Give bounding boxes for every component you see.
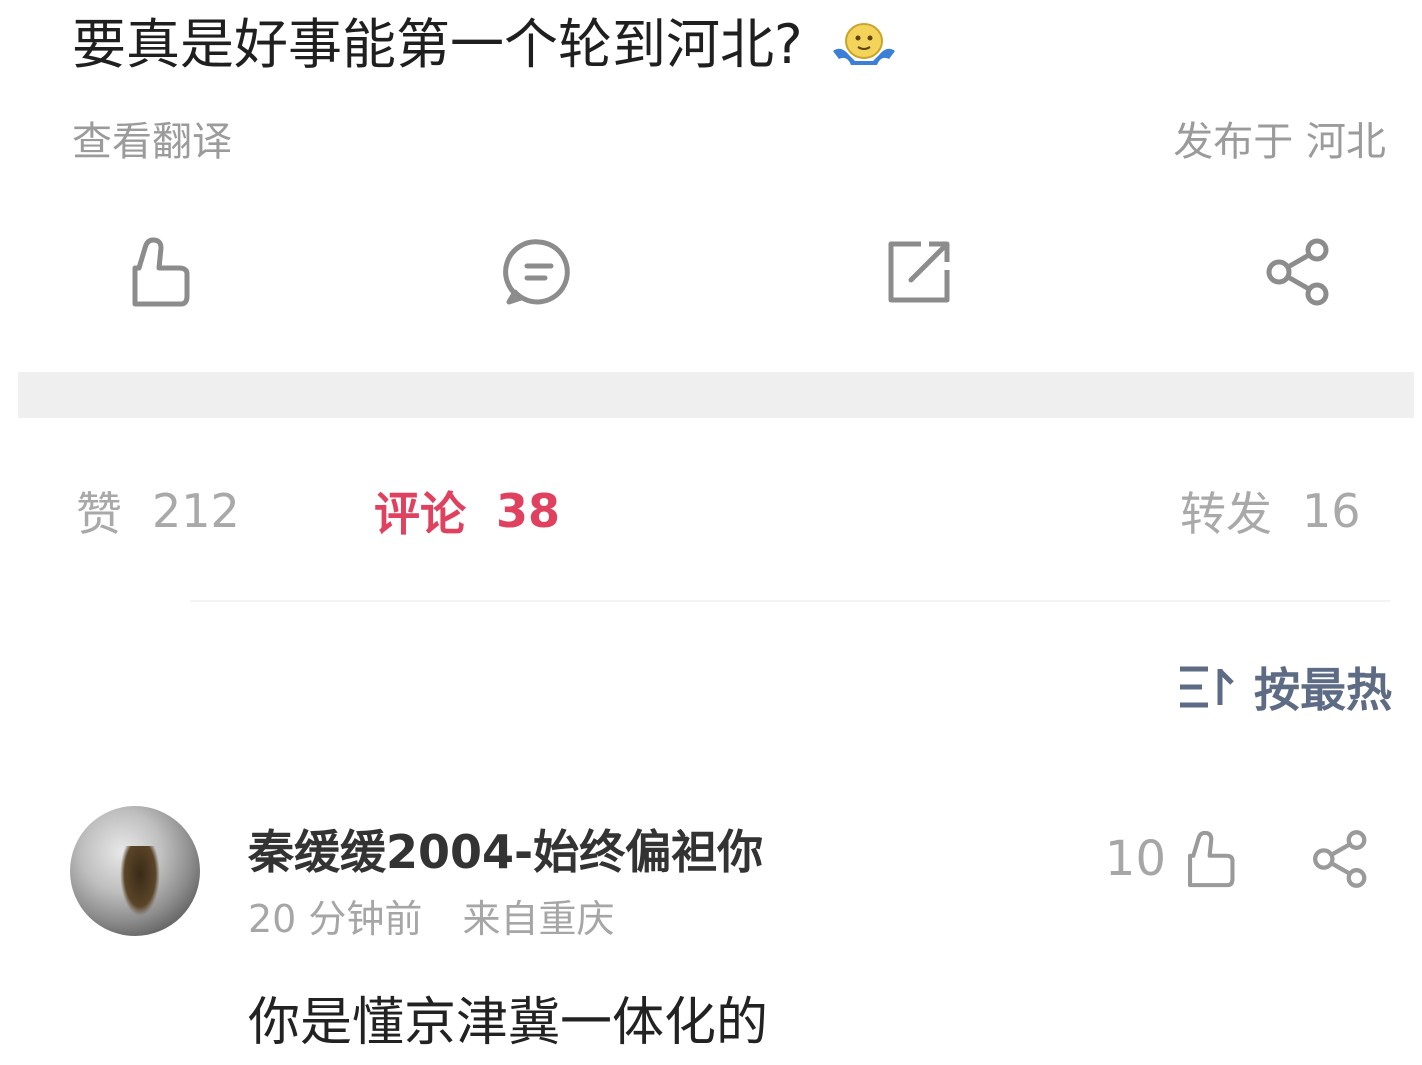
comment-actions: 10 bbox=[1105, 824, 1372, 894]
comment-like-count: 10 bbox=[1104, 831, 1166, 887]
tab-comments[interactable]: 评论 38 bbox=[374, 478, 560, 544]
comment-icon bbox=[503, 239, 570, 305]
share-icon bbox=[1266, 238, 1329, 306]
section-divider bbox=[18, 372, 1414, 418]
stats-underline bbox=[190, 600, 1390, 602]
tab-reposts[interactable]: 转发 16 bbox=[1180, 478, 1361, 544]
like-button[interactable] bbox=[112, 222, 202, 322]
likes-count: 212 bbox=[152, 484, 240, 538]
post-action-bar bbox=[0, 222, 1422, 332]
comment-username[interactable]: 秦缓缓2004-始终偏袒你 bbox=[248, 816, 763, 882]
sort-toggle[interactable]: 按最热 bbox=[1178, 654, 1392, 720]
published-location-name: 河北 bbox=[1306, 119, 1386, 165]
post-text-row: 要真是好事能第一个轮到河北? bbox=[72, 10, 899, 80]
avatar[interactable] bbox=[70, 806, 200, 936]
comment-text: 你是懂京津冀一体化的 bbox=[248, 993, 769, 1053]
post-meta-row: 查看翻译 发布于 河北 bbox=[72, 108, 1386, 168]
sort-label: 按最热 bbox=[1254, 663, 1392, 717]
repost-icon bbox=[888, 241, 950, 303]
likes-label: 赞 bbox=[76, 487, 122, 541]
tab-likes[interactable]: 赞 212 bbox=[76, 478, 240, 544]
comment-time: 20 分钟前 bbox=[248, 897, 423, 941]
share-button[interactable] bbox=[1254, 222, 1344, 322]
comment-item: 秦缓缓2004-始终偏袒你 20 分钟前 来自重庆 你是懂京津冀一体化的 10 bbox=[0, 804, 1422, 1065]
comment-meta: 20 分钟前 来自重庆 bbox=[248, 888, 615, 943]
comment-location: 来自重庆 bbox=[462, 897, 615, 941]
comments-label: 评论 bbox=[374, 487, 466, 541]
published-location: 发布于 河北 bbox=[1173, 109, 1386, 167]
post-text: 要真是好事能第一个轮到河北? bbox=[72, 13, 803, 76]
reposts-label: 转发 bbox=[1180, 487, 1272, 541]
repost-button[interactable] bbox=[874, 222, 964, 322]
shrugging-face-icon bbox=[829, 15, 899, 75]
share-icon[interactable] bbox=[1310, 828, 1372, 890]
thumbs-up-icon[interactable] bbox=[1178, 828, 1238, 890]
comment-button[interactable] bbox=[494, 222, 584, 322]
thumbs-up-icon bbox=[132, 237, 190, 307]
translate-link[interactable]: 查看翻译 bbox=[72, 109, 232, 167]
sort-icon bbox=[1180, 666, 1234, 708]
published-prefix: 发布于 bbox=[1173, 119, 1294, 165]
reposts-count: 16 bbox=[1302, 484, 1361, 538]
comments-count: 38 bbox=[496, 484, 561, 538]
stats-tabs: 赞 212 评论 38 转发 16 bbox=[0, 478, 1422, 558]
